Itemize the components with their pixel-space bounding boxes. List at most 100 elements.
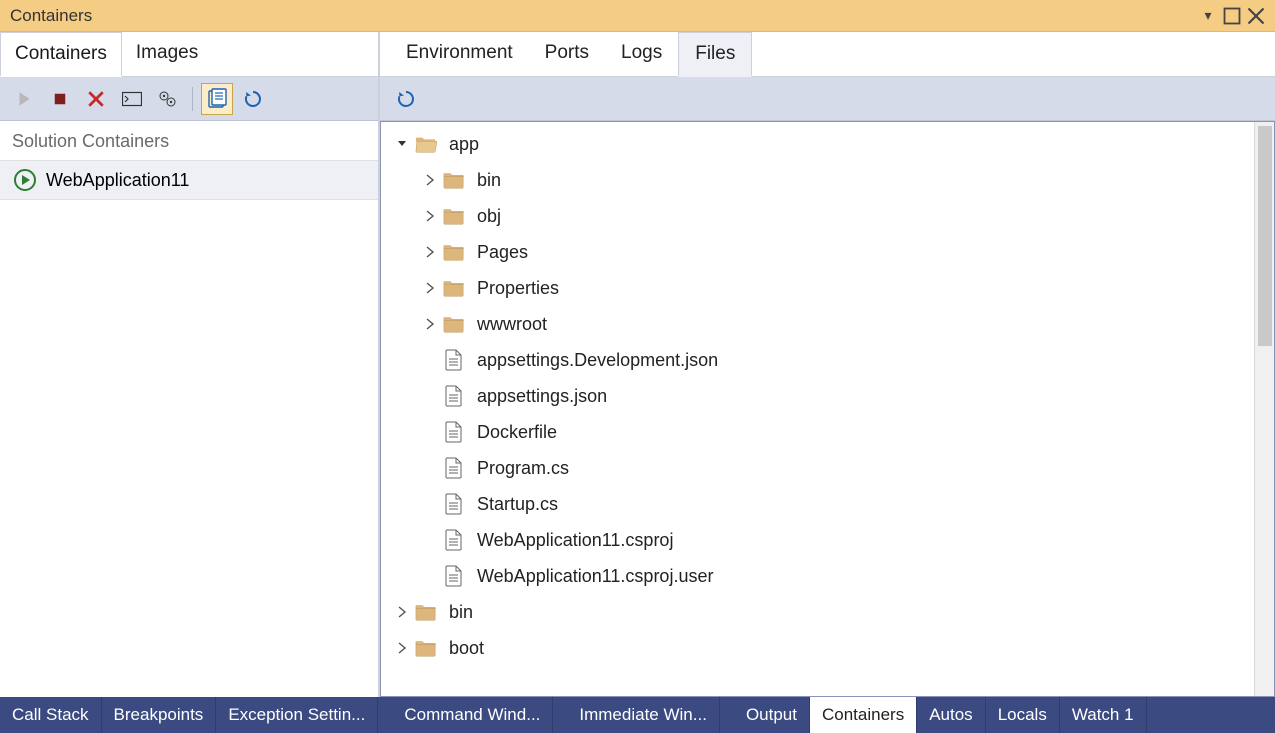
bottom-tab[interactable]: Locals xyxy=(986,697,1060,733)
chevron-right-icon xyxy=(423,461,437,475)
tree-label: app xyxy=(449,134,479,155)
tab-gap xyxy=(553,697,567,733)
right-toolbar xyxy=(380,77,1275,121)
chevron-right-icon xyxy=(423,389,437,403)
bottom-tab[interactable]: Immediate Win... xyxy=(567,697,720,733)
chevron-down-icon[interactable] xyxy=(395,137,409,151)
tree-folder[interactable]: obj xyxy=(381,198,1254,234)
chevron-right-icon[interactable] xyxy=(423,209,437,223)
tree-file[interactable]: Program.cs xyxy=(381,450,1254,486)
tree-file[interactable]: Startup.cs xyxy=(381,486,1254,522)
chevron-right-icon[interactable] xyxy=(395,641,409,655)
tree-label: Dockerfile xyxy=(477,422,557,443)
tree-folder[interactable]: boot xyxy=(381,630,1254,666)
folder-icon xyxy=(443,313,465,335)
bottom-tab[interactable]: Command Wind... xyxy=(392,697,553,733)
chevron-right-icon xyxy=(423,497,437,511)
refresh-button[interactable] xyxy=(237,83,269,115)
tree-label: Program.cs xyxy=(477,458,569,479)
chevron-right-icon[interactable] xyxy=(423,173,437,187)
file-icon xyxy=(443,385,465,407)
tab-gap xyxy=(378,697,392,733)
tree-file[interactable]: Dockerfile xyxy=(381,414,1254,450)
bottom-tab[interactable]: Autos xyxy=(917,697,985,733)
bottom-tab[interactable]: Call Stack xyxy=(0,697,102,733)
tree-label: Startup.cs xyxy=(477,494,558,515)
tree-label: WebApplication11.csproj xyxy=(477,530,673,551)
refresh-files-button[interactable] xyxy=(390,83,422,115)
tab-environment[interactable]: Environment xyxy=(390,32,529,76)
window-title: Containers xyxy=(10,6,92,26)
run-status-icon xyxy=(14,169,36,191)
dropdown-icon[interactable]: ▾ xyxy=(1199,7,1217,24)
file-icon xyxy=(443,493,465,515)
tree-folder[interactable]: bin xyxy=(381,162,1254,198)
folder-icon xyxy=(415,601,437,623)
tree-folder[interactable]: bin xyxy=(381,594,1254,630)
tab-files[interactable]: Files xyxy=(678,32,752,77)
tree-label: wwwroot xyxy=(477,314,547,335)
tree-label: boot xyxy=(449,638,484,659)
tab-gap xyxy=(720,697,734,733)
chevron-right-icon[interactable] xyxy=(423,245,437,259)
folder-icon xyxy=(443,241,465,263)
tree-file[interactable]: WebApplication11.csproj xyxy=(381,522,1254,558)
close-icon[interactable] xyxy=(1247,7,1265,25)
file-icon xyxy=(443,565,465,587)
container-name: WebApplication11 xyxy=(46,170,189,191)
folder-icon xyxy=(443,205,465,227)
container-item[interactable]: WebApplication11 xyxy=(0,161,378,200)
file-tree[interactable]: appbinobjPagesPropertieswwwrootappsettin… xyxy=(381,122,1254,696)
tree-folder[interactable]: app xyxy=(381,126,1254,162)
tree-folder[interactable]: Properties xyxy=(381,270,1254,306)
solution-filter-button[interactable] xyxy=(201,83,233,115)
tree-label: WebApplication11.csproj.user xyxy=(477,566,713,587)
settings-button[interactable] xyxy=(152,83,184,115)
bottom-tab[interactable]: Output xyxy=(734,697,810,733)
folder-icon xyxy=(415,637,437,659)
terminal-button[interactable] xyxy=(116,83,148,115)
toolbar-separator xyxy=(192,87,193,111)
tab-logs[interactable]: Logs xyxy=(605,32,678,76)
chevron-right-icon[interactable] xyxy=(423,281,437,295)
tree-label: appsettings.Development.json xyxy=(477,350,718,371)
left-tabstrip: Containers Images xyxy=(0,32,378,77)
chevron-right-icon[interactable] xyxy=(395,605,409,619)
tree-folder[interactable]: Pages xyxy=(381,234,1254,270)
file-icon xyxy=(443,529,465,551)
left-toolbar xyxy=(0,77,378,121)
bottom-tab[interactable]: Containers xyxy=(810,697,917,733)
folder-icon xyxy=(443,169,465,191)
tab-containers[interactable]: Containers xyxy=(0,32,122,77)
bottom-tab[interactable]: Exception Settin... xyxy=(216,697,378,733)
left-pane: Containers Images xyxy=(0,32,380,697)
chevron-right-icon xyxy=(423,353,437,367)
titlebar: Containers ▾ xyxy=(0,0,1275,32)
tree-label: appsettings.json xyxy=(477,386,607,407)
stop-button[interactable] xyxy=(44,83,76,115)
chevron-right-icon[interactable] xyxy=(423,317,437,331)
tree-file[interactable]: appsettings.Development.json xyxy=(381,342,1254,378)
bottom-tab[interactable]: Watch 1 xyxy=(1060,697,1147,733)
maximize-icon[interactable] xyxy=(1223,7,1241,25)
scrollbar[interactable] xyxy=(1254,122,1274,696)
tree-file[interactable]: WebApplication11.csproj.user xyxy=(381,558,1254,594)
chevron-right-icon xyxy=(423,569,437,583)
delete-button[interactable] xyxy=(80,83,112,115)
tree-label: Properties xyxy=(477,278,559,299)
tab-ports[interactable]: Ports xyxy=(529,32,605,76)
scroll-thumb[interactable] xyxy=(1258,126,1272,346)
tree-file[interactable]: appsettings.json xyxy=(381,378,1254,414)
tree-label: bin xyxy=(449,602,473,623)
tree-folder[interactable]: wwwroot xyxy=(381,306,1254,342)
chevron-right-icon xyxy=(423,533,437,547)
tree-label: Pages xyxy=(477,242,528,263)
start-button[interactable] xyxy=(8,83,40,115)
file-icon xyxy=(443,349,465,371)
bottom-tabstrip: Call StackBreakpointsException Settin...… xyxy=(0,697,1275,733)
bottom-tab[interactable]: Breakpoints xyxy=(102,697,217,733)
folder-icon xyxy=(443,277,465,299)
tab-images[interactable]: Images xyxy=(122,32,212,76)
section-label: Solution Containers xyxy=(0,121,378,161)
folder-icon xyxy=(415,133,437,155)
